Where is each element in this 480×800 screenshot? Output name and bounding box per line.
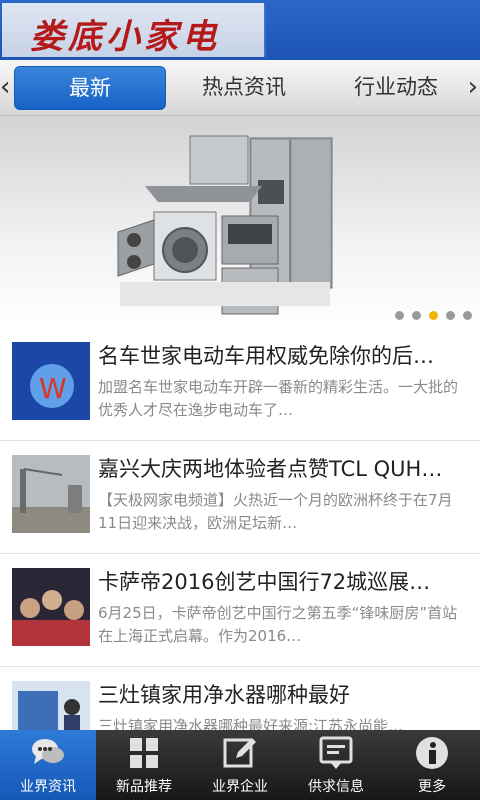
- svg-text:W: W: [39, 372, 67, 405]
- carousel-dot[interactable]: [412, 311, 421, 320]
- appliances-image: [117, 135, 333, 315]
- list-item[interactable]: 卡萨帝2016创艺中国行72城巡展… 6月25日，卡萨帝创艺中国行之第五季“锋味…: [0, 554, 480, 667]
- news-list: W 名车世家电动车用权威免除你的后… 加盟名车世家电动车开辟一番新的精彩生活。一…: [0, 328, 480, 730]
- tab-industry-news[interactable]: 行业动态: [322, 66, 470, 108]
- bottom-nav: 业界资讯 新品推荐 业界企业 供求信息 更多: [0, 730, 480, 800]
- news-title: 卡萨帝2016创艺中国行72城巡展…: [98, 570, 431, 594]
- nav-label: 业界资讯: [20, 779, 76, 795]
- news-thumbnail: W: [12, 342, 90, 420]
- logo-text: 娄底小家电: [30, 17, 220, 57]
- chat-bubbles-icon: [32, 739, 64, 764]
- chevron-right-icon[interactable]: ›: [468, 72, 478, 102]
- nav-supply-demand[interactable]: 供求信息: [288, 730, 384, 800]
- nav-label: 供求信息: [308, 779, 364, 795]
- carousel-indicator: [395, 311, 472, 320]
- grid-icon: [130, 738, 158, 768]
- banner-carousel[interactable]: [0, 116, 480, 328]
- carousel-dot[interactable]: [395, 311, 404, 320]
- nav-label: 业界企业: [212, 779, 268, 795]
- nav-new-products[interactable]: 新品推荐: [96, 730, 192, 800]
- news-title: 三灶镇家用净水器哪种最好: [98, 683, 350, 707]
- news-title: 名车世家电动车用权威免除你的后…: [98, 344, 434, 368]
- news-thumbnail: [12, 681, 90, 730]
- news-thumbnail: [12, 455, 90, 533]
- news-title: 嘉兴大庆两地体验者点赞TCL QUH…: [98, 457, 443, 481]
- info-icon: [416, 737, 448, 769]
- edit-icon: [223, 738, 256, 768]
- news-summary: 【天极网家电频道】火热近一个月的欧洲杯终于在7月11日迎来决战，欧洲足坛新…: [98, 491, 453, 532]
- nav-industry-news[interactable]: 业界资讯: [0, 730, 96, 800]
- tab-hot-news[interactable]: 热点资讯: [170, 66, 318, 108]
- tab-latest[interactable]: 最新: [14, 66, 166, 110]
- news-summary: 加盟名车世家电动车开辟一番新的精彩生活。一大批的优秀人才尽在逸步电动车了…: [98, 378, 459, 419]
- news-summary: 三灶镇家用净水器哪种最好来源:江苏永尚能…: [98, 717, 404, 730]
- carousel-dot-active[interactable]: [429, 311, 438, 320]
- nav-label: 更多: [418, 779, 446, 795]
- news-thumbnail: [12, 568, 90, 646]
- carousel-dot[interactable]: [463, 311, 472, 320]
- chevron-left-icon[interactable]: ‹: [0, 72, 10, 102]
- nav-enterprises[interactable]: 业界企业: [192, 730, 288, 800]
- nav-label: 新品推荐: [116, 779, 172, 795]
- app-header: 娄底小家电: [0, 0, 480, 60]
- category-tabs: ‹ 最新 热点资讯 行业动态 ›: [0, 60, 480, 116]
- list-item[interactable]: W 名车世家电动车用权威免除你的后… 加盟名车世家电动车开辟一番新的精彩生活。一…: [0, 328, 480, 441]
- carousel-dot[interactable]: [446, 311, 455, 320]
- news-summary: 6月25日，卡萨帝创艺中国行之第五季“锋味厨房”首站在上海正式启幕。作为2016…: [98, 604, 458, 645]
- message-icon: [319, 736, 353, 769]
- list-item[interactable]: 嘉兴大庆两地体验者点赞TCL QUH… 【天极网家电频道】火热近一个月的欧洲杯终…: [0, 441, 480, 554]
- list-item[interactable]: 三灶镇家用净水器哪种最好 三灶镇家用净水器哪种最好来源:江苏永尚能…: [0, 667, 480, 730]
- nav-more[interactable]: 更多: [384, 730, 480, 800]
- logo: 娄底小家电: [2, 3, 266, 57]
